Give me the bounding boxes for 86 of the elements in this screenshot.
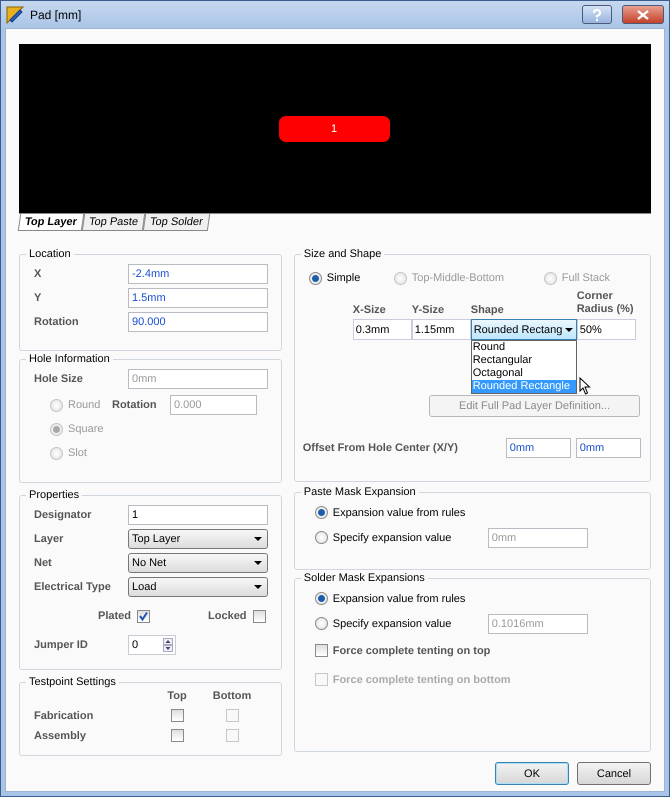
field-label: Net (34, 557, 53, 569)
field-label: Offset From Hole Center (X/Y) (302, 442, 459, 454)
radio-label: Specify expansion value (332, 618, 452, 630)
radio-label: Top-Middle-Bottom (412, 272, 504, 284)
field-label: Designator (34, 509, 92, 521)
radio-button[interactable] (314, 617, 328, 630)
dropdown-option[interactable]: Round (472, 341, 576, 354)
field-label: X (34, 268, 42, 280)
caret-icon (564, 328, 573, 332)
column-header: Shape (470, 304, 505, 318)
dropdown-option[interactable]: Octagonal (472, 367, 576, 380)
ruler-pencil-icon (6, 6, 24, 24)
spin-field[interactable]: 0 (128, 635, 176, 655)
mouse-pointer-icon (578, 377, 591, 395)
field-label: Y (34, 292, 42, 304)
radio-label: Slot (68, 447, 87, 459)
input-field[interactable]: 1.15mm (412, 319, 471, 340)
caret-icon (254, 561, 262, 565)
input-field[interactable]: 1 (128, 505, 268, 525)
radio-label: Expansion value from rules (332, 506, 466, 518)
field-label: Layer (34, 533, 64, 545)
radio-button[interactable] (308, 272, 322, 284)
field-label: Rotation (34, 316, 80, 328)
radio-label: Specify expansion value (332, 532, 452, 544)
dropdown[interactable]: No Net (128, 553, 268, 573)
radio-label: Full Stack (562, 272, 610, 284)
field-label: Electrical Type (34, 581, 112, 593)
group-title: Size and Shape (302, 248, 382, 260)
dialog-button[interactable]: Cancel (577, 762, 651, 785)
up-arrow-icon (163, 638, 173, 645)
shape-dropdown[interactable]: Rounded Rectang (470, 319, 577, 340)
pad-label: 1 (330, 122, 338, 134)
down-arrow-icon (163, 645, 173, 652)
input-field[interactable]: 0mm (506, 438, 571, 458)
dropdown[interactable]: Top Layer (128, 529, 268, 549)
dialog-button[interactable]: OK (495, 762, 569, 785)
checkbox[interactable] (170, 729, 184, 742)
layer-tab[interactable]: Top Layer (18, 214, 84, 231)
input-field[interactable]: 1.5mm (128, 288, 268, 308)
checkbox[interactable] (314, 644, 328, 657)
close-button[interactable] (622, 5, 664, 24)
input-field[interactable]: -2.4mm (128, 264, 268, 284)
close-icon (637, 10, 649, 20)
dropdown-option[interactable]: Rectangular (472, 354, 576, 367)
radio-button[interactable] (314, 506, 328, 519)
layer-tab[interactable]: Top Paste (82, 214, 145, 231)
radio-button[interactable] (314, 531, 328, 544)
checkbox[interactable] (137, 610, 150, 622)
input-field[interactable]: 90.000 (128, 312, 268, 332)
checkbox-label: Locked (208, 610, 247, 622)
radio-label: Simple (326, 272, 360, 284)
group-title: Properties (28, 489, 80, 501)
field-label: Jumper ID (34, 639, 89, 651)
group-title: Hole Information (28, 353, 111, 365)
checkbox-label: Plated (98, 610, 132, 622)
input-field[interactable]: 0.3mm (352, 319, 412, 340)
column-header: Top (166, 690, 188, 702)
window-title: Pad [mm] (30, 8, 82, 22)
question-mark-icon (592, 8, 602, 20)
group-title: Solder Mask Expansions (302, 572, 426, 584)
checkbox[interactable] (252, 610, 266, 622)
radio-label: Expansion value from rules (332, 592, 466, 604)
radio-label: Square (68, 423, 104, 435)
checkbox[interactable] (170, 709, 184, 722)
column-header: Bottom (212, 690, 252, 702)
caret-icon (254, 537, 262, 541)
input-field[interactable]: 0mm (576, 438, 641, 458)
input-field[interactable]: 50% (576, 319, 636, 340)
dropdown[interactable]: Load (128, 577, 268, 597)
column-header: Corner Radius (%) (576, 290, 635, 317)
field-label: Rotation (112, 399, 158, 411)
help-button[interactable] (582, 5, 612, 24)
radio-button[interactable] (314, 592, 328, 605)
group-title: Location (28, 248, 72, 260)
column-header: Y-Size (412, 304, 446, 318)
field-label: Hole Size (34, 373, 84, 385)
row-label: Fabrication (34, 710, 94, 722)
caret-icon (254, 585, 262, 589)
group-title: Paste Mask Expansion (302, 486, 417, 498)
radio-label: Round (68, 399, 100, 411)
row-label: Assembly (34, 730, 87, 742)
layer-tab[interactable]: Top Solder (142, 214, 210, 231)
checkbox-label: Force complete tenting on top (332, 644, 490, 656)
checkbox-label: Force complete tenting on bottom (332, 674, 511, 686)
column-header: X-Size (352, 304, 387, 318)
group-title: Testpoint Settings (28, 676, 117, 688)
